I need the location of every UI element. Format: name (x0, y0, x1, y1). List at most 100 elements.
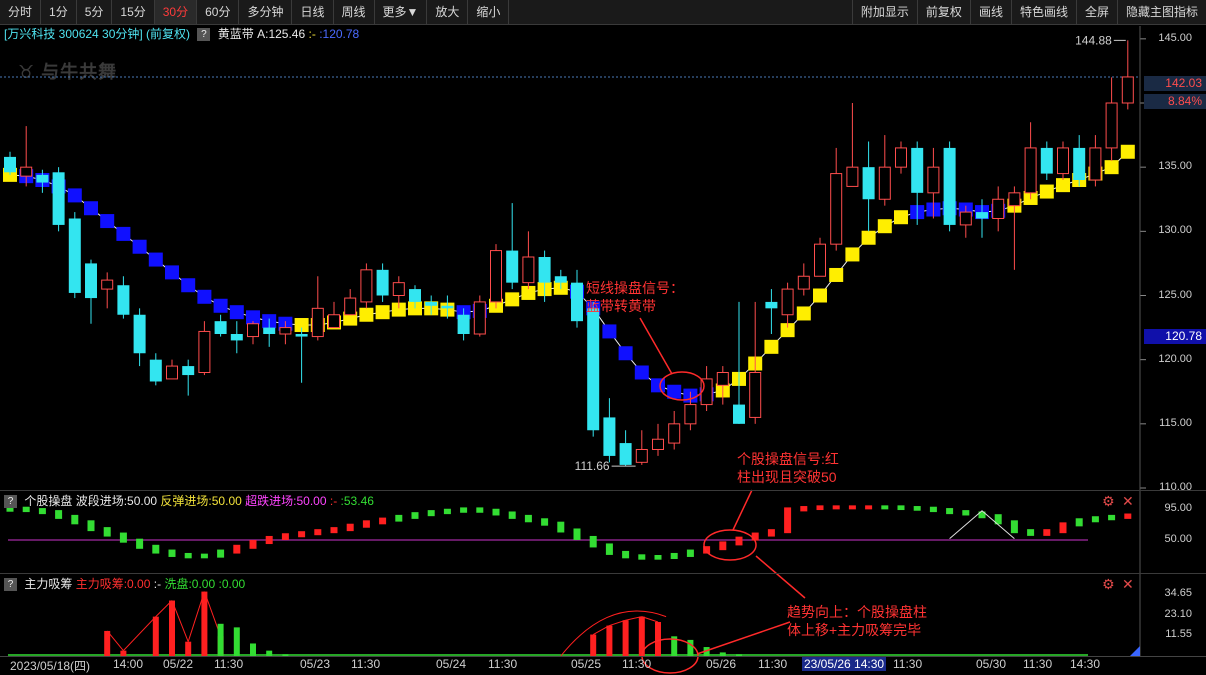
candle-body (943, 147, 956, 225)
panel-divider (0, 573, 1206, 574)
x-tick-label: 11:30 (351, 657, 381, 671)
corner-triangle-icon (1130, 646, 1140, 656)
close-icon[interactable]: ✕ (1122, 576, 1134, 593)
band-block (67, 188, 82, 203)
candle-body (1121, 76, 1134, 104)
candle-body (797, 275, 810, 290)
panel3-value: :0.00 (218, 577, 246, 591)
candle-body (263, 327, 276, 334)
x-tick-label: 05/30 (976, 657, 1007, 671)
panel3-header: ? 主力吸筹 主力吸筹:0.00 :- 洗盘:0.00 :0.00 (0, 575, 245, 593)
x-tick-label: 11:30 (622, 657, 652, 671)
x-tick-label: 05/24 (436, 657, 467, 671)
annotation-band-signal: 短线操盘信号： 蓝带转黄带 (586, 279, 684, 315)
candle-body (976, 212, 988, 219)
candle-body (247, 323, 259, 338)
candle-body (1024, 147, 1037, 194)
operation-bar (784, 507, 792, 534)
operation-bar (735, 536, 743, 546)
candle-body (992, 198, 1005, 219)
candle-body (781, 288, 794, 316)
candle-body (652, 438, 664, 451)
y-tick-label: 50.00 (1164, 533, 1192, 545)
grid-lines (0, 26, 1146, 656)
operation-bar (848, 505, 856, 510)
candle-body (911, 147, 924, 193)
main-force-bar (590, 634, 597, 656)
operation-bar (492, 508, 500, 516)
oversold-entry-value: 超跌进场:50.00 (245, 494, 327, 508)
operation-bar (281, 533, 289, 540)
operation-bar (767, 529, 775, 537)
operation-bar (1059, 522, 1067, 534)
panel2-dash: :- (329, 494, 338, 508)
operation-bar (443, 508, 451, 515)
operation-bar (1043, 529, 1051, 536)
annotation-operation-signal: 个股操盘信号:红 柱出现且突破50 (737, 450, 839, 486)
operation-bar (832, 505, 840, 510)
band-block (116, 226, 131, 241)
wash-value: 洗盘:0.00 (164, 577, 216, 591)
candle-body (36, 174, 49, 183)
gear-icon[interactable]: ⚙ (1102, 493, 1115, 510)
candle-body (895, 147, 907, 168)
candle-body (733, 404, 745, 424)
candle-body (587, 308, 600, 431)
operation-bar (395, 514, 403, 522)
operation-bar (476, 507, 484, 513)
candle-body (392, 282, 405, 296)
low-marker-label: 111.66 (575, 459, 610, 473)
candle-body (360, 269, 373, 303)
main-force-bar (104, 630, 111, 656)
operation-bar (298, 531, 306, 538)
gear-icon[interactable]: ⚙ (1102, 576, 1115, 593)
price-chart: 144.88 111.66 (3, 33, 1135, 473)
band-block (845, 247, 860, 262)
operation-bar (751, 532, 759, 541)
y-tick-label: 145.00 (1158, 31, 1192, 44)
candle-body (230, 334, 243, 341)
y-tick-label: 135.00 (1158, 160, 1192, 173)
band-block (1120, 144, 1135, 159)
operation-bar (1010, 520, 1018, 534)
candle-body (522, 256, 535, 284)
operation-bar (55, 510, 63, 519)
band-block (618, 346, 633, 361)
candle-body (862, 167, 875, 200)
operation-bar (800, 506, 808, 512)
close-icon[interactable]: ✕ (1122, 493, 1134, 510)
x-tick-label: 23/05/26 14:30 (802, 657, 887, 671)
annotation-arrow (732, 489, 753, 531)
candle-body (1089, 147, 1102, 181)
operation-bar (913, 506, 921, 511)
annotation-text: 蓝带转黄带 (586, 298, 656, 314)
operation-indicator-chart (6, 505, 1132, 560)
help-icon[interactable]: ? (4, 495, 17, 509)
x-tick-label: 05/26 (706, 657, 737, 671)
change-pct-tag: 8.84% (1144, 94, 1206, 109)
candle-body (749, 372, 762, 418)
operation-bar (136, 538, 144, 549)
panel3-name: 主力吸筹 (24, 577, 73, 591)
candle-body (1105, 102, 1118, 149)
operation-bar (184, 552, 192, 559)
y-tick-label: 120.00 (1158, 352, 1192, 365)
operation-bar (152, 544, 160, 554)
operation-bar (346, 523, 354, 532)
last-price-tag: 142.03 (1144, 76, 1206, 91)
operation-bar (1091, 516, 1099, 523)
x-tick-label: 11:30 (758, 657, 788, 671)
x-tick-label: 11:30 (893, 657, 923, 671)
help-icon[interactable]: ? (4, 578, 17, 592)
operation-bar (119, 532, 127, 543)
candle-body (425, 301, 438, 306)
operation-bar (524, 514, 532, 523)
main-force-bar (201, 591, 208, 656)
operation-bar (87, 520, 95, 532)
wash-bar (250, 643, 256, 656)
candle-body (328, 314, 340, 329)
band-block (505, 292, 520, 307)
candle-body (279, 327, 292, 335)
candle-body (20, 166, 33, 177)
candle-body (878, 166, 891, 200)
